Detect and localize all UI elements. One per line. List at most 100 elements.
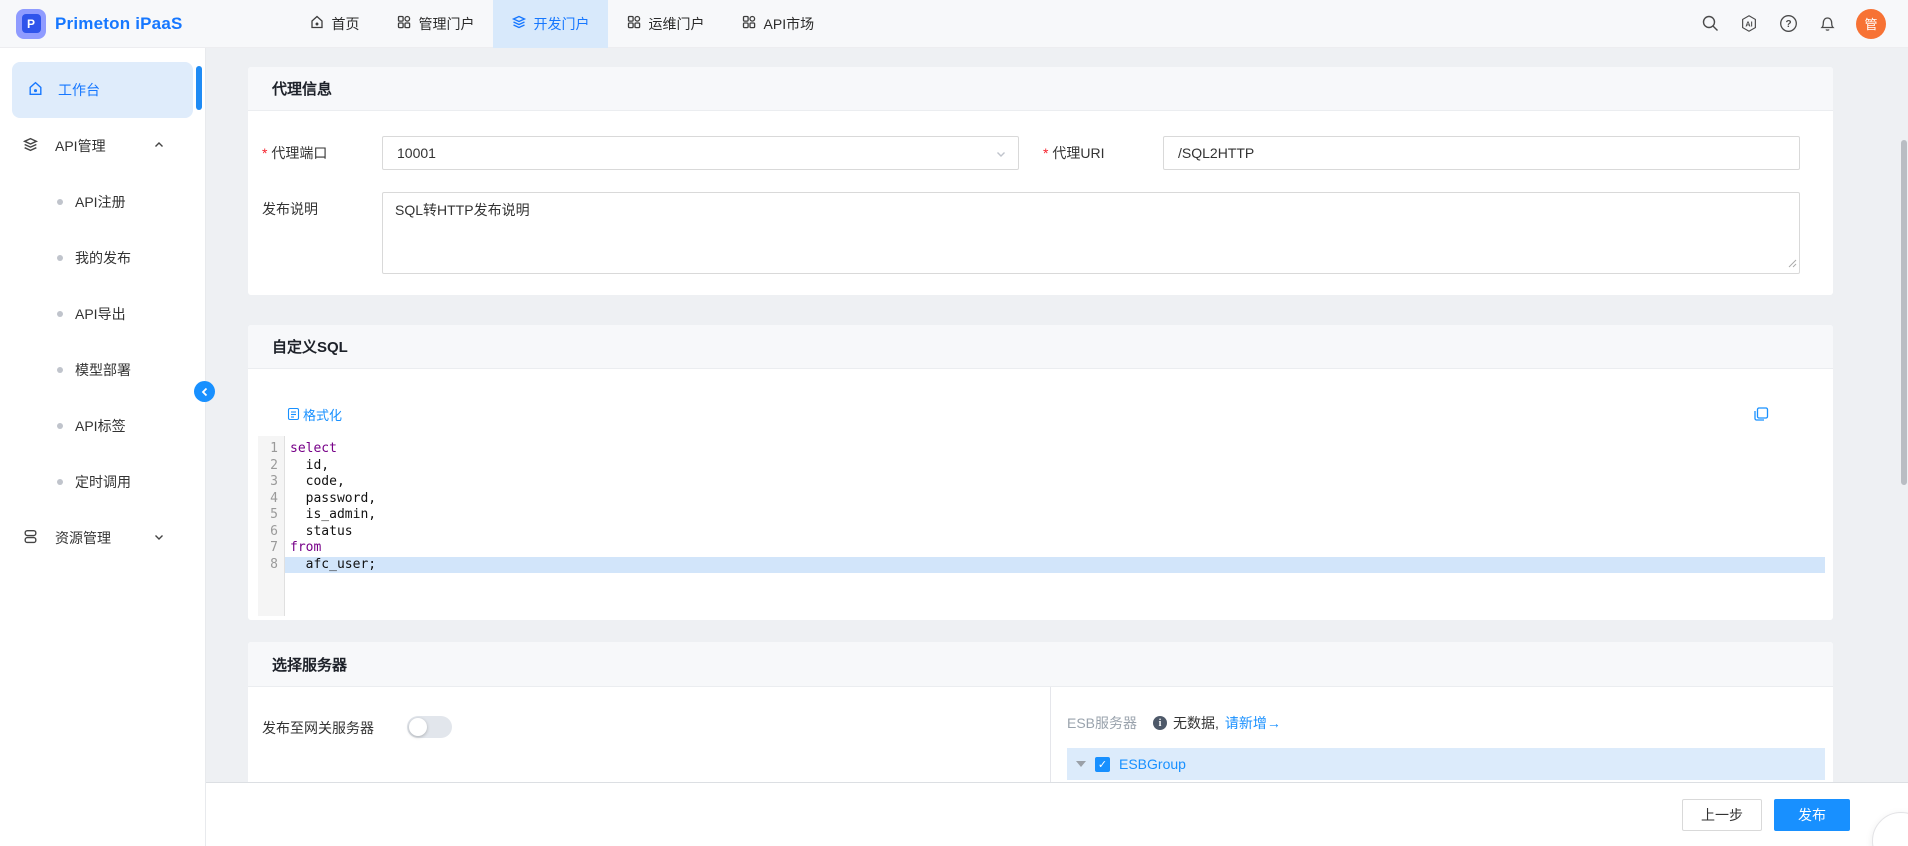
sql-code-editor[interactable]: 1select 2 id, 3 code, 4 password, 5 is_a… [258,436,1825,616]
caret-down-icon[interactable] [1076,761,1086,767]
avatar[interactable]: 管 [1856,9,1886,39]
sidebar-item-label: API导出 [75,304,126,324]
gateway-toggle[interactable] [407,716,452,738]
sidebar-scrollbar-thumb[interactable] [196,66,202,110]
nav-api-market[interactable]: API市场 [723,0,833,48]
sidebar-collapse-button[interactable] [194,381,215,402]
chevron-down-icon [153,530,165,546]
home-icon [309,14,325,33]
publish-desc-label: 发布说明 [262,192,382,219]
gateway-toggle-label: 发布至网关服务器 [262,716,374,738]
sidebar-group-label: API管理 [55,136,106,156]
nav-admin-portal-label: 管理门户 [419,14,475,34]
nav-ops-portal[interactable]: 运维门户 [608,0,723,48]
proxy-port-value[interactable] [382,136,1019,170]
section-title-custom-sql: 自定义SQL [248,325,1833,369]
proxy-port-label: 代理端口 [262,143,382,163]
proxy-info-section: 代理信息 代理端口 代理URI 发布说明 SQL转HTTP发布说明 [248,67,1833,295]
format-button[interactable]: 格式化 [287,405,342,424]
help-icon[interactable]: ? [1778,14,1798,34]
previous-step-button[interactable]: 上一步 [1682,799,1762,831]
code-line: 3 code, [258,474,1825,491]
gateway-toggle-area: 发布至网关服务器 [248,687,1050,796]
sidebar-item-label: 工作台 [58,80,100,100]
notification-bell-icon[interactable] [1817,14,1837,34]
bullet-icon [57,423,63,429]
bullet-icon [57,479,63,485]
sidebar-item-api-export[interactable]: API导出 [0,286,205,342]
publish-desc-textarea[interactable]: SQL转HTTP发布说明 [382,192,1800,274]
esb-group-label: ESBGroup [1119,756,1186,772]
topbar: P Primeton iPaaS 首页 管理门户 开发门户 运维门户 [0,0,1908,48]
code-line: 1select [258,441,1825,458]
sidebar: 工作台 API管理 API注册 我的发布 API导出 模型部署 API标签 定时… [0,48,206,846]
sidebar-item-label: 模型部署 [75,360,131,380]
section-title-proxy-info: 代理信息 [248,67,1833,111]
grid-icon [741,14,757,33]
code-line: 2 id, [258,458,1825,475]
svg-text:?: ? [1785,19,1791,30]
esb-group-checkbox[interactable]: ✓ [1095,757,1110,772]
home-icon [27,80,44,100]
sidebar-item-label: 定时调用 [75,472,131,492]
portal-nav: 首页 管理门户 开发门户 运维门户 API市场 [291,0,833,48]
layers-icon [511,14,527,33]
main-content: 代理信息 代理端口 代理URI 发布说明 SQL转HTTP发布说明 [206,48,1908,846]
grid-icon [396,14,412,33]
sidebar-item-label: 我的发布 [75,248,131,268]
add-server-link[interactable]: 请新增→ [1225,713,1281,733]
sidebar-item-scheduled-call[interactable]: 定时调用 [0,454,205,510]
sidebar-item-api-tags[interactable]: API标签 [0,398,205,454]
select-server-section: 选择服务器 发布至网关服务器 ESB服务器 i 无数据, 请新增→ ✓ ESB [248,642,1833,796]
brand[interactable]: P Primeton iPaaS [16,9,183,39]
nav-home[interactable]: 首页 [291,0,378,48]
nav-dev-portal-label: 开发门户 [534,14,590,34]
bullet-icon [57,311,63,317]
sidebar-item-label: API标签 [75,416,126,436]
brand-logo-letter: P [22,14,41,33]
esb-server-panel: ESB服务器 i 无数据, 请新增→ ✓ ESBGroup [1050,687,1833,796]
grid-icon [626,14,642,33]
code-line: 5 is_admin, [258,507,1825,524]
sidebar-item-workbench[interactable]: 工作台 [12,62,193,118]
topbar-actions: AI ? 管 [1700,9,1886,39]
sidebar-item-my-publish[interactable]: 我的发布 [0,230,205,286]
esb-server-label: ESB服务器 [1067,713,1137,733]
toggle-knob [409,718,427,736]
brand-logo-icon: P [16,9,46,39]
layers-icon [22,136,39,156]
nav-api-market-label: API市场 [764,14,815,34]
sql-toolbar: 格式化 [248,399,1833,429]
brand-name: Primeton iPaaS [55,14,183,34]
sidebar-item-api-register[interactable]: API注册 [0,174,205,230]
server-icon [22,528,39,548]
bullet-icon [57,367,63,373]
sidebar-item-label: API注册 [75,192,126,212]
sidebar-group-api-management[interactable]: API管理 [0,118,205,174]
svg-text:AI: AI [1745,20,1752,29]
sidebar-item-model-deploy[interactable]: 模型部署 [0,342,205,398]
bullet-icon [57,199,63,205]
nav-admin-portal[interactable]: 管理门户 [378,0,493,48]
nav-ops-portal-label: 运维门户 [649,14,705,34]
ai-assistant-icon[interactable]: AI [1739,14,1759,34]
nav-dev-portal[interactable]: 开发门户 [493,0,608,48]
code-line: 6 status [258,524,1825,541]
esb-group-row[interactable]: ✓ ESBGroup [1067,748,1825,780]
bottom-action-bar: 上一步 发布 [206,782,1908,846]
bullet-icon [57,255,63,261]
chevron-up-icon [153,138,165,154]
proxy-uri-input[interactable] [1163,136,1800,170]
custom-sql-section: 自定义SQL 格式化 1select 2 id, 3 code, 4 passw… [248,325,1833,620]
sidebar-group-label: 资源管理 [55,528,111,548]
copy-icon[interactable] [1752,405,1770,423]
sidebar-group-resource-management[interactable]: 资源管理 [0,510,205,566]
search-icon[interactable] [1700,14,1720,34]
publish-button[interactable]: 发布 [1774,799,1850,831]
page-scrollbar-thumb[interactable] [1901,140,1907,485]
code-line: 7from [258,540,1825,557]
code-line-active: 8 afc_user; [258,557,1825,574]
info-icon: i [1153,716,1167,730]
code-line: 4 password, [258,491,1825,508]
proxy-port-select[interactable] [382,136,1019,170]
